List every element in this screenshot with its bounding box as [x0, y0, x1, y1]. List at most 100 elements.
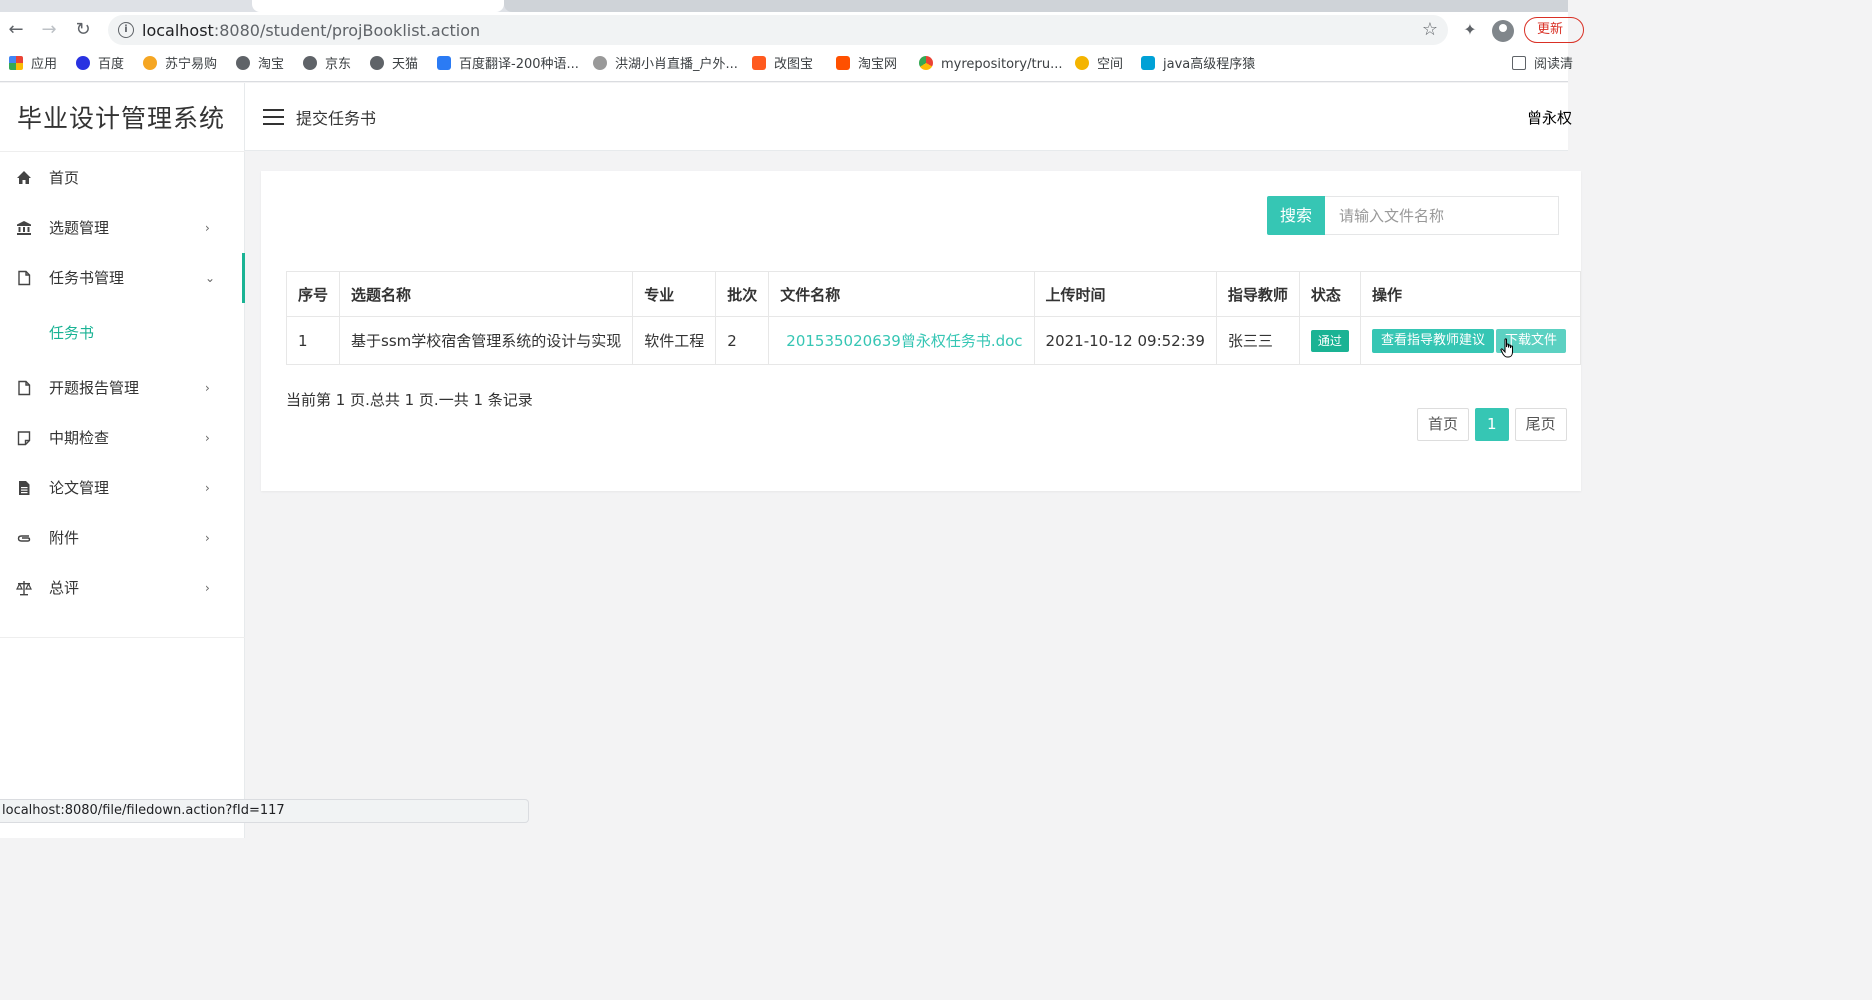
column-header: 序号 [285, 271, 341, 317]
page-header: 提交任务书 曾永权 [245, 83, 1572, 151]
sidebar-item-midterm-check[interactable]: 中期检查 › [0, 413, 245, 463]
cell-topic: 基于ssm学校宿舍管理系统的设计与实现 [339, 316, 634, 365]
bookmark-label: 淘宝 [258, 57, 285, 72]
file-icon [16, 270, 32, 286]
column-header: 批次 [715, 271, 770, 317]
back-arrow-icon[interactable]: ← [4, 18, 28, 42]
browser-tab-strip [0, 0, 1568, 12]
bookmark-label: java高级程序猿 [1163, 57, 1256, 72]
bookmark-label: 洪湖小肖直播_户外... [615, 57, 738, 72]
column-header: 专业 [632, 271, 717, 317]
bookmark-live-stream[interactable]: 洪湖小肖直播_户外... [593, 56, 738, 74]
column-header: 指导教师 [1215, 271, 1300, 317]
user-name[interactable]: 曾永权 [1527, 107, 1572, 128]
column-header: 上传时间 [1033, 271, 1217, 317]
bookmark-label: 淘宝网 [858, 57, 898, 72]
sidebar-subitem-label: 任务书 [49, 324, 95, 342]
extensions-puzzle-icon[interactable]: ✦ [1458, 18, 1482, 42]
bookmark-label: 百度 [98, 57, 125, 72]
sidebar: 毕业设计管理系统 首页 选题管理 › 任务书管理 ⌄ 任务书 开题报告管理 › … [0, 83, 245, 838]
cell-actions: 查看指导教师建议 下载文件 [1359, 316, 1582, 365]
bookmark-taobao[interactable]: 淘宝 [236, 56, 284, 74]
bookmark-baidu[interactable]: 百度 [76, 56, 124, 74]
taskbook-table: 序号 选题名称 专业 批次 文件名称 上传时间 指导教师 状态 操作 1 基于s… [285, 271, 1582, 365]
chevron-right-icon: › [205, 221, 210, 235]
search-input[interactable] [1325, 196, 1559, 235]
bookmark-tmall[interactable]: 天猫 [370, 56, 418, 74]
browser-toolbar: ← → ↻ i localhost:8080/student/projBookl… [0, 12, 1584, 48]
address-bar[interactable]: i localhost:8080/student/projBooklist.ac… [108, 15, 1448, 45]
address-url[interactable]: localhost:8080/student/projBooklist.acti… [142, 21, 480, 40]
sidebar-item-label: 开题报告管理 [49, 379, 140, 397]
bookmark-apps[interactable]: 应用 [9, 56, 57, 74]
bookmark-label: 天猫 [392, 57, 419, 72]
bookmark-reading-list[interactable]: 阅读清 [1512, 56, 1573, 74]
chevron-down-icon: ⌄ [205, 271, 216, 285]
sidebar-menu: 首页 选题管理 › 任务书管理 ⌄ 任务书 开题报告管理 › 中期检查 › 论文… [0, 153, 245, 613]
cell-index: 1 [285, 316, 341, 365]
sidebar-subitem-taskbook[interactable]: 任务书 [0, 303, 245, 363]
bookmark-label: 改图宝 [774, 57, 814, 72]
update-button[interactable]: 更新 [1524, 17, 1584, 43]
column-header: 文件名称 [768, 271, 1035, 317]
url-host: localhost [142, 21, 214, 40]
bookmark-label: 应用 [31, 57, 58, 72]
column-header: 选题名称 [339, 271, 634, 317]
bookmark-suning[interactable]: 苏宁易购 [143, 56, 217, 74]
table-header-row: 序号 选题名称 专业 批次 文件名称 上传时间 指导教师 状态 操作 [285, 271, 1582, 317]
site-info-icon[interactable]: i [118, 22, 134, 38]
chevron-right-icon: › [205, 381, 210, 395]
sidebar-item-overall-evaluation[interactable]: 总评 › [0, 563, 245, 613]
bookmark-label: 百度翻译-200种语... [459, 57, 579, 72]
cell-file-name: 201535020639曾永权任务书.doc [768, 316, 1035, 365]
bookmark-myrepository[interactable]: myrepository/tru... [919, 56, 1063, 74]
content-card: 搜索 序号 选题名称 专业 批次 文件名称 上传时间 指导教师 状态 操作 1 [261, 171, 1582, 491]
sidebar-item-topic-management[interactable]: 选题管理 › [0, 203, 245, 253]
sidebar-item-home[interactable]: 首页 [0, 153, 245, 203]
browser-tab[interactable] [504, 0, 1568, 12]
pagination-first-button[interactable]: 首页 [1417, 408, 1470, 441]
browser-tab-active[interactable] [252, 0, 504, 12]
translate-icon [437, 56, 451, 70]
pagination-last-button[interactable]: 尾页 [1514, 408, 1567, 441]
chevron-right-icon: › [205, 481, 210, 495]
sidebar-item-thesis-management[interactable]: 论文管理 › [0, 463, 245, 513]
bookmarks-bar: 应用 百度 苏宁易购 淘宝 京东 天猫 百度翻译-200种语... 洪湖小肖直播… [0, 48, 1573, 82]
bookmark-java[interactable]: java高级程序猿 [1141, 56, 1255, 74]
view-teacher-advice-button[interactable]: 查看指导教师建议 [1371, 328, 1494, 353]
bookmark-gaitubao[interactable]: 改图宝 [752, 56, 813, 74]
cell-teacher: 张三三 [1215, 316, 1300, 365]
sidebar-item-proposal-management[interactable]: 开题报告管理 › [0, 363, 245, 413]
bookmark-star-icon[interactable]: ☆ [1422, 19, 1438, 40]
status-badge: 通过 [1310, 329, 1349, 352]
bookmark-baidu-translate[interactable]: 百度翻译-200种语... [437, 56, 579, 74]
bookmark-label: myrepository/tru... [941, 57, 1063, 72]
gaitubao-icon [752, 56, 766, 70]
sidebar-item-label: 总评 [49, 579, 80, 597]
chevron-right-icon: › [205, 531, 210, 545]
search-button[interactable]: 搜索 [1267, 196, 1325, 235]
globe-icon [303, 56, 317, 70]
file-link[interactable]: 201535020639曾永权任务书.doc [780, 332, 1022, 350]
hamburger-menu-icon[interactable] [263, 109, 284, 125]
bookmark-qzone[interactable]: 空间 [1075, 56, 1123, 74]
browser-status-bar: localhost:8080/file/filedown.action?fId=… [0, 799, 529, 823]
column-header: 状态 [1298, 271, 1361, 317]
bilibili-icon [1141, 56, 1155, 70]
baidu-paw-icon [76, 56, 90, 70]
bookmark-taobao-net[interactable]: 淘宝网 [836, 56, 897, 74]
pagination-page-button[interactable]: 1 [1475, 408, 1509, 441]
chrome-icon [919, 56, 933, 70]
bank-icon [16, 220, 32, 236]
profile-avatar-icon[interactable] [1492, 20, 1514, 42]
bookmark-jd[interactable]: 京东 [303, 56, 351, 74]
divider [0, 637, 245, 638]
reload-icon[interactable]: ↻ [71, 18, 95, 42]
pagination-info: 当前第 1 页.总共 1 页.一共 1 条记录 [286, 391, 533, 409]
taobao-icon [836, 56, 850, 70]
forward-arrow-icon[interactable]: → [37, 18, 61, 42]
paperclip-icon [16, 530, 32, 546]
sidebar-item-taskbook-management[interactable]: 任务书管理 ⌄ [0, 253, 245, 303]
chevron-right-icon: › [205, 581, 210, 595]
sidebar-item-attachments[interactable]: 附件 › [0, 513, 245, 563]
